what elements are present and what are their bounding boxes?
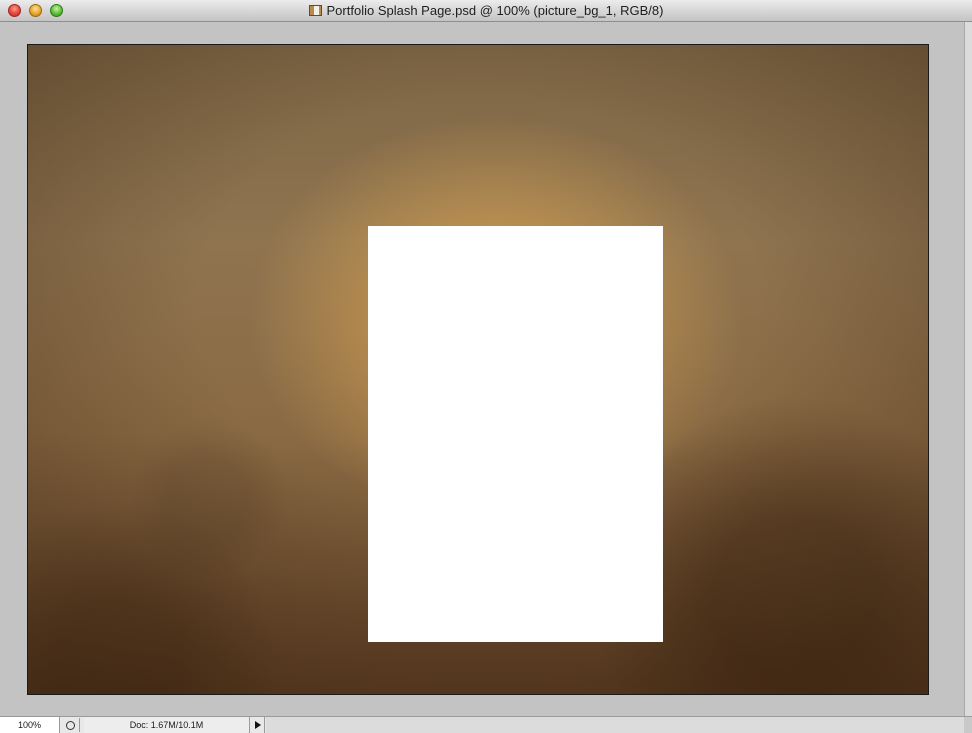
resize-corner[interactable] [964,717,972,733]
vertical-scrollbar[interactable] [964,22,972,716]
status-menu-button[interactable] [251,717,265,733]
title-bar[interactable]: Portfolio Splash Page.psd @ 100% (pictur… [0,0,972,22]
photoshop-document-icon [308,5,322,16]
play-arrow-icon [254,721,261,729]
zoom-level-field[interactable]: 100% [0,717,60,733]
horizontal-scrollbar[interactable] [266,717,964,733]
status-bar: 100% Doc: 1.67M/10.1M [0,716,972,733]
document-window: Portfolio Splash Page.psd @ 100% (pictur… [0,0,972,733]
window-title-area: Portfolio Splash Page.psd @ 100% (pictur… [0,3,972,18]
canvas-pasteboard[interactable] [0,22,964,716]
document-canvas[interactable] [27,44,929,695]
document-size-info: Doc: 1.67M/10.1M [84,717,250,733]
window-title: Portfolio Splash Page.psd @ 100% (pictur… [326,3,664,18]
white-placeholder-layer[interactable] [368,226,663,642]
status-info-button[interactable] [62,718,80,732]
clock-icon [66,720,75,730]
